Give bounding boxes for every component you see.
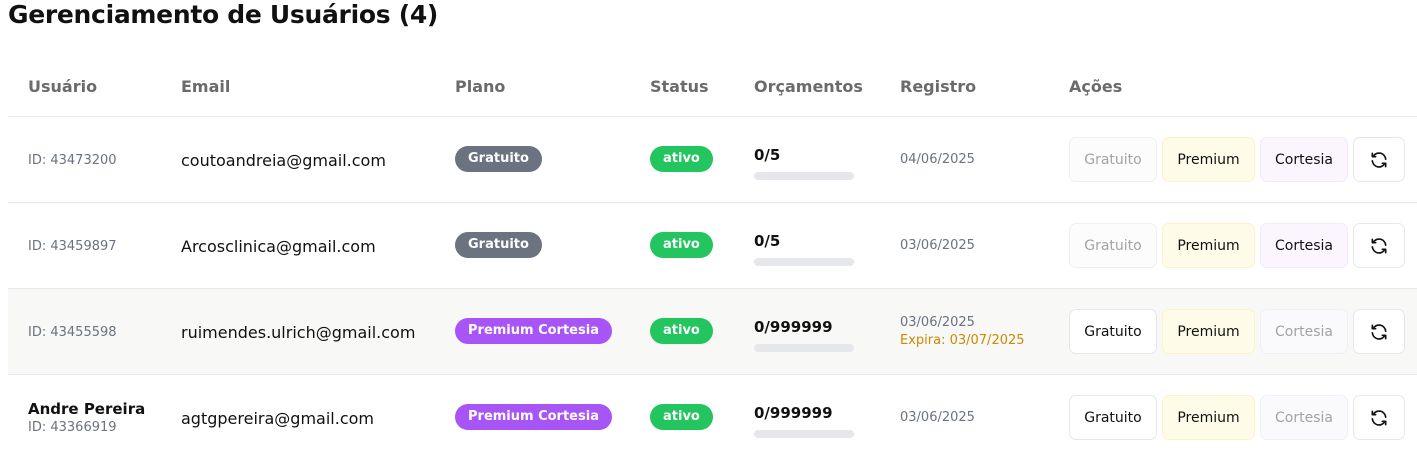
- table-row: ID: 43473200 coutoandreia@gmail.com Grat…: [8, 117, 1417, 203]
- user-id: ID: 43459897: [28, 239, 117, 254]
- plan-badge: Premium Cortesia: [455, 318, 612, 344]
- user-id: ID: 43473200: [28, 153, 117, 168]
- header-email: Email: [181, 77, 231, 96]
- header-actions: Ações: [1069, 77, 1123, 96]
- page-title: Gerenciamento de Usuários (4): [8, 0, 439, 29]
- status-badge: ativo: [650, 404, 713, 430]
- refresh-button[interactable]: [1353, 395, 1405, 440]
- set-cortesia-button[interactable]: Cortesia: [1260, 137, 1348, 182]
- users-table: Usuário Email Plano Status Orçamentos Re…: [8, 58, 1417, 461]
- table-header: Usuário Email Plano Status Orçamentos Re…: [8, 58, 1417, 117]
- budget-count: 0/999999: [754, 404, 833, 422]
- set-cortesia-button[interactable]: Cortesia: [1260, 223, 1348, 268]
- budget-count: 0/5: [754, 146, 781, 164]
- set-gratuito-button[interactable]: Gratuito: [1069, 395, 1157, 440]
- refresh-icon: [1371, 237, 1387, 254]
- set-gratuito-button: Gratuito: [1069, 137, 1157, 182]
- registration-date: 03/06/2025: [900, 315, 975, 330]
- user-name: Andre Pereira: [28, 400, 146, 418]
- user-id: ID: 43455598: [28, 325, 117, 340]
- refresh-button[interactable]: [1353, 223, 1405, 268]
- user-email: agtgpereira@gmail.com: [181, 409, 374, 428]
- user-cell: ID: 43459897: [28, 203, 117, 288]
- refresh-icon: [1371, 409, 1387, 426]
- budget-usage: 0/5: [754, 232, 854, 266]
- budget-progress-bar: [754, 430, 854, 438]
- registration-cell: 03/06/2025 Expira: 03/07/2025: [900, 289, 1025, 374]
- set-premium-button[interactable]: Premium: [1162, 137, 1255, 182]
- set-premium-button[interactable]: Premium: [1162, 309, 1255, 354]
- budget-progress-bar: [754, 258, 854, 266]
- header-budgets: Orçamentos: [754, 77, 863, 96]
- user-cell: ID: 43473200: [28, 117, 117, 202]
- user-cell: ID: 43455598: [28, 289, 117, 374]
- registration-cell: 04/06/2025: [900, 117, 975, 202]
- registration-date: 03/06/2025: [900, 410, 975, 425]
- status-badge: ativo: [650, 146, 713, 172]
- set-premium-button[interactable]: Premium: [1162, 395, 1255, 440]
- budget-progress-bar: [754, 344, 854, 352]
- refresh-icon: [1371, 323, 1387, 340]
- budget-count: 0/5: [754, 232, 781, 250]
- budget-usage: 0/999999: [754, 318, 854, 352]
- budget-usage: 0/5: [754, 146, 854, 180]
- header-user: Usuário: [28, 77, 98, 96]
- user-id: ID: 43366919: [28, 420, 117, 435]
- user-email: ruimendes.ulrich@gmail.com: [181, 323, 416, 342]
- user-cell: Andre Pereira ID: 43366919: [28, 375, 145, 460]
- registration-date: 04/06/2025: [900, 152, 975, 167]
- status-badge: ativo: [650, 232, 713, 258]
- refresh-icon: [1371, 151, 1387, 168]
- refresh-button[interactable]: [1353, 137, 1405, 182]
- registration-cell: 03/06/2025: [900, 203, 975, 288]
- budget-usage: 0/999999: [754, 404, 854, 438]
- refresh-button[interactable]: [1353, 309, 1405, 354]
- user-email: coutoandreia@gmail.com: [181, 151, 386, 170]
- expiration-date: Expira: 03/07/2025: [900, 333, 1025, 348]
- set-gratuito-button: Gratuito: [1069, 223, 1157, 268]
- table-row: ID: 43455598 ruimendes.ulrich@gmail.com …: [8, 289, 1417, 375]
- header-plan: Plano: [455, 77, 506, 96]
- table-row: Andre Pereira ID: 43366919 agtgpereira@g…: [8, 375, 1417, 461]
- user-email: Arcosclinica@gmail.com: [181, 237, 376, 256]
- budget-count: 0/999999: [754, 318, 833, 336]
- set-cortesia-button: Cortesia: [1260, 395, 1348, 440]
- budget-progress-bar: [754, 172, 854, 180]
- header-status: Status: [650, 77, 709, 96]
- header-registration: Registro: [900, 77, 977, 96]
- set-cortesia-button: Cortesia: [1260, 309, 1348, 354]
- status-badge: ativo: [650, 318, 713, 344]
- plan-badge: Gratuito: [455, 146, 542, 172]
- registration-cell: 03/06/2025: [900, 375, 975, 460]
- set-gratuito-button[interactable]: Gratuito: [1069, 309, 1157, 354]
- plan-badge: Gratuito: [455, 232, 542, 258]
- registration-date: 03/06/2025: [900, 238, 975, 253]
- plan-badge: Premium Cortesia: [455, 404, 612, 430]
- set-premium-button[interactable]: Premium: [1162, 223, 1255, 268]
- table-row: ID: 43459897 Arcosclinica@gmail.com Grat…: [8, 203, 1417, 289]
